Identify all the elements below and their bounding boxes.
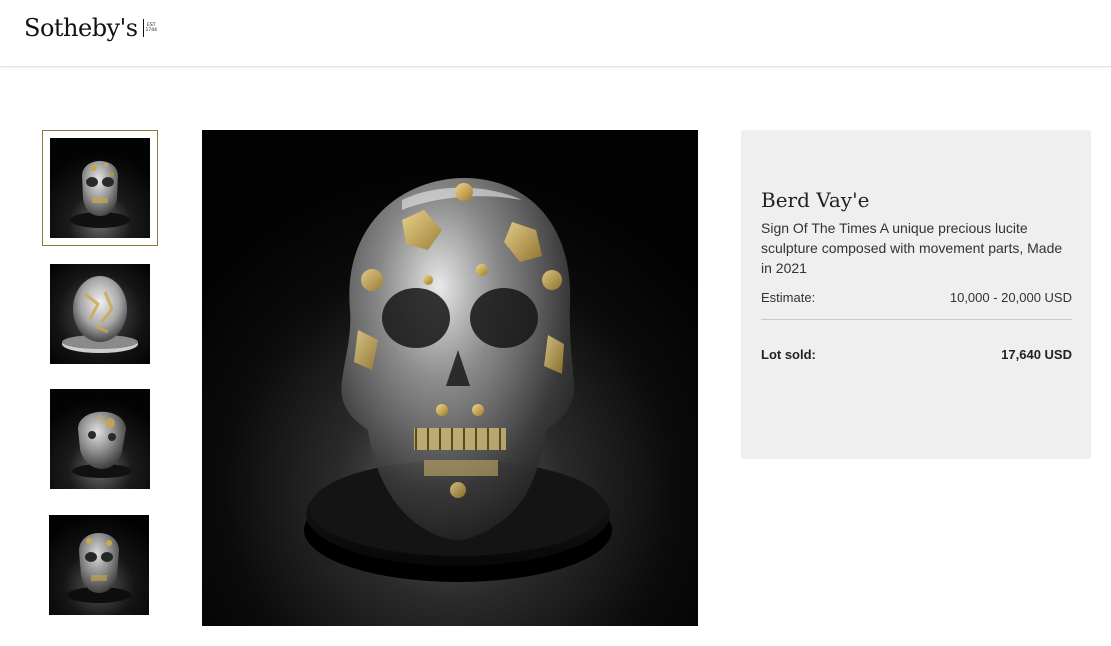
skull-thumbnail-image: [49, 515, 149, 615]
logo-est-year: 1744: [145, 28, 157, 33]
thumbnail-2[interactable]: [50, 264, 150, 364]
skull-sculpture-image: [202, 130, 698, 626]
thumbnail-4[interactable]: [49, 515, 149, 615]
site-header: Sotheby's EST 1744: [0, 0, 1111, 67]
skull-thumbnail-image: [50, 138, 150, 238]
estimate-label: Estimate:: [761, 290, 816, 305]
main-lot-image[interactable]: [202, 130, 698, 626]
lot-info-panel: Berd Vay'e Sign Of The Times A unique pr…: [741, 130, 1091, 459]
skull-thumbnail-image: [50, 264, 150, 364]
artist-name: Berd Vay'e: [761, 188, 870, 212]
logo-wordmark: Sotheby's: [24, 14, 138, 42]
lot-sold-label: Lot sold:: [761, 347, 816, 362]
estimate-row: Estimate: 10,000 - 20,000 USD: [761, 290, 1072, 320]
skull-thumbnail-image: [50, 389, 150, 489]
thumbnail-1[interactable]: [42, 130, 158, 246]
estimate-value: 10,000 - 20,000 USD: [949, 290, 1072, 305]
lot-sold-row: Lot sold: 17,640 USD: [761, 320, 1072, 362]
sothebys-logo[interactable]: Sotheby's EST 1744: [24, 14, 157, 42]
thumbnail-3[interactable]: [50, 389, 150, 489]
logo-established-mark: EST 1744: [142, 19, 157, 37]
lot-sold-value: 17,640 USD: [1001, 347, 1072, 362]
lot-title: Sign Of The Times A unique precious luci…: [761, 220, 1063, 276]
